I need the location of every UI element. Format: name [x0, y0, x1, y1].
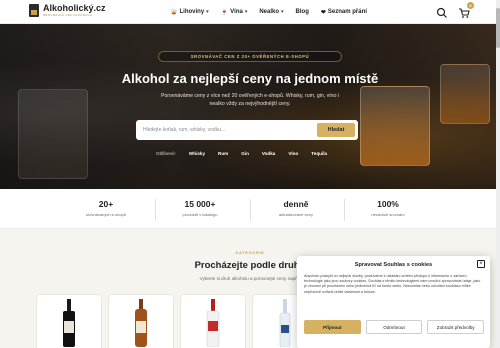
search-icon[interactable]	[436, 6, 448, 18]
stat-item: 20+ srovnávaných e-shopů	[66, 199, 146, 217]
close-icon[interactable]: ×	[477, 260, 485, 268]
popular-link-vino[interactable]: Víno	[288, 151, 298, 156]
cookie-title: Spravovat Souhlas s cookies	[354, 262, 433, 268]
stat-divider	[250, 199, 251, 221]
stat-item: 15 000+ produktů v katalogu	[160, 199, 240, 217]
nav-item-vina[interactable]: 🍷 Vína ▾	[221, 9, 248, 16]
hero-eyebrow: SROVNÁVAČ CEN Z 20+ OVĚŘENÝCH E-SHOPŮ	[158, 51, 342, 62]
hero-subtitle-line: nealko vždy za nejvýhodnější ceny.	[209, 101, 291, 107]
nav-label: Nealko	[259, 9, 280, 15]
logo-glass-icon	[29, 4, 39, 17]
chevron-down-icon: ▾	[281, 9, 284, 15]
cookie-buttons: Přijmout Odmítnout Zobrazit předvolby	[304, 320, 485, 334]
hero-title: Alkohol za nejlepší ceny na jednom místě	[121, 71, 379, 86]
popular-link-whisky[interactable]: Whisky	[189, 151, 205, 156]
stat-divider	[344, 199, 345, 221]
search-button[interactable]: Hledat	[317, 123, 355, 137]
accept-cookies-button[interactable]: Přijmout	[304, 320, 361, 334]
category-card[interactable]	[36, 294, 102, 348]
stat-item: 100% nezávislé srovnání	[348, 199, 428, 217]
popular-link-tequila[interactable]: Tequila	[311, 151, 327, 156]
nav-item-lihoviny[interactable]: 🥃 Lihoviny ▾	[170, 9, 209, 16]
stat-value: 100%	[377, 199, 399, 209]
nav-item-nealko[interactable]: Nealko ▾	[259, 9, 283, 15]
cookie-consent-dialog: Spravovat Souhlas s cookies × Abychom po…	[297, 256, 490, 348]
popular-link-rum[interactable]: Rum	[218, 151, 228, 156]
hero-section: SROVNÁVAČ CEN Z 20+ OVĚŘENÝCH E-SHOPŮ Al…	[0, 24, 500, 189]
nav-label: Seznam přání	[327, 9, 367, 15]
search-bar: Hledat	[136, 120, 358, 140]
stat-label: produktů v katalogu	[182, 212, 218, 217]
nav-label: Blog	[295, 9, 309, 15]
cookie-text: Abychom poskytli co nejlepší služby, pou…	[304, 274, 481, 294]
popular-link-gin[interactable]: Gin	[241, 151, 249, 156]
wine-glass-icon: 🍷	[220, 9, 229, 16]
category-card[interactable]	[180, 294, 246, 348]
hero-subtitle-line: Porovnáváme ceny z více než 20 ověřených…	[160, 93, 340, 99]
popular-label: Oblíbené:	[156, 151, 176, 156]
popular-searches: Oblíbené: Whisky Rum Gin Vodka Víno Tequ…	[156, 151, 327, 156]
hero-subtitle: Porovnáváme ceny z více než 20 ověřených…	[140, 92, 360, 108]
chevron-down-icon: ▾	[206, 9, 209, 15]
nav-item-wishlist[interactable]: ❤ Seznam přání	[321, 9, 367, 16]
rum-bottle-image	[135, 299, 147, 347]
nav-item-blog[interactable]: Blog	[296, 9, 309, 15]
search-input[interactable]	[143, 127, 317, 133]
stat-label: aktualizované ceny	[278, 212, 314, 217]
page-scrollbar[interactable]	[496, 0, 500, 348]
cart-icon[interactable]: 0	[458, 2, 474, 18]
cookie-preferences-button[interactable]: Zobrazit předvolby	[427, 320, 485, 334]
categories-eyebrow: KATEGORIE	[235, 250, 265, 255]
deny-cookies-button[interactable]: Odmítnout	[365, 320, 423, 334]
nav-label: Lihoviny	[179, 9, 205, 15]
vodka-bottle-image	[279, 299, 291, 347]
nav-label: Vína	[230, 9, 243, 15]
logo-tagline: SROVNÁVAČ CEN ALKOHOLU	[43, 13, 93, 17]
cart-count-badge: 0	[467, 2, 474, 9]
header-actions: 0	[436, 2, 474, 18]
logo-text: Alkoholický.cz	[43, 3, 106, 13]
stat-label: srovnávaných e-shopů	[85, 212, 127, 217]
stat-value: denně	[283, 199, 309, 209]
chevron-down-icon: ▾	[244, 9, 248, 15]
site-header: Alkoholický.cz SROVNÁVAČ CEN ALKOHOLU 🥃 …	[0, 0, 500, 24]
whisky-glass-icon: 🥃	[170, 9, 178, 16]
popular-link-vodka[interactable]: Vodka	[262, 151, 275, 156]
whiskey-bottle-image	[63, 299, 75, 347]
stat-value: 15 000+	[184, 199, 216, 209]
category-card[interactable]	[108, 294, 174, 348]
scrollbar-thumb[interactable]	[496, 8, 500, 48]
stat-value: 20+	[98, 199, 114, 209]
stat-divider	[155, 199, 156, 221]
stats-bar: 20+ srovnávaných e-shopů 15 000+ produkt…	[0, 189, 500, 229]
stat-item: denně aktualizované ceny	[256, 199, 336, 217]
gin-bottle-image	[206, 299, 220, 347]
stat-label: nezávislé srovnání	[371, 212, 405, 217]
heart-icon: ❤	[320, 9, 326, 16]
main-nav: 🥃 Lihoviny ▾ 🍷 Vína ▾ Nealko ▾ Blog ❤ Se…	[170, 0, 367, 24]
site-logo[interactable]: Alkoholický.cz SROVNÁVAČ CEN ALKOHOLU	[29, 4, 106, 17]
